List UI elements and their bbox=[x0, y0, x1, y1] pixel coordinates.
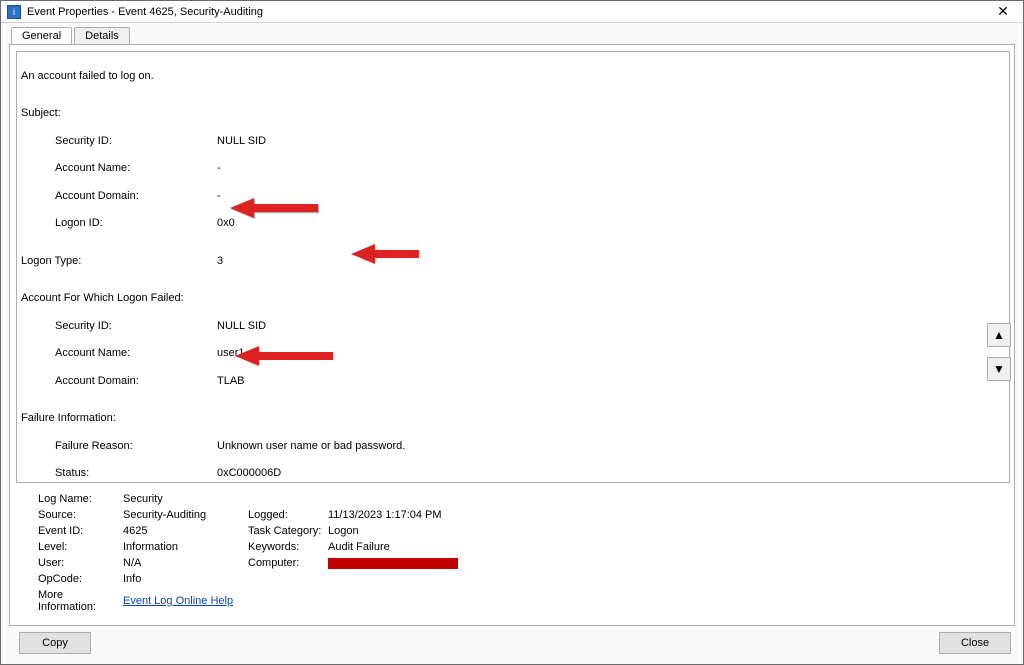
value: NULL SID bbox=[217, 135, 266, 147]
label: Account Domain: bbox=[55, 190, 217, 204]
prev-record-button[interactable]: ▲ bbox=[987, 323, 1011, 347]
level-value: Information bbox=[123, 541, 248, 553]
logon-type-row: Logon Type:3 bbox=[21, 255, 1003, 269]
keywords-label: Keywords: bbox=[248, 541, 328, 553]
taskcat-label: Task Category: bbox=[248, 525, 328, 537]
computer-value bbox=[328, 557, 528, 569]
subject-sid: Security ID:NULL SID bbox=[21, 135, 1003, 149]
value: 0x0 bbox=[217, 217, 235, 229]
label: Security ID: bbox=[55, 135, 217, 149]
eventid-label: Event ID: bbox=[38, 525, 123, 537]
value: Unknown user name or bad password. bbox=[217, 440, 405, 452]
spacer bbox=[91, 632, 939, 654]
online-help-link[interactable]: Event Log Online Help bbox=[123, 595, 233, 607]
source-value: Security-Auditing bbox=[123, 509, 248, 521]
value: TLAB bbox=[217, 375, 245, 387]
copy-button[interactable]: Copy bbox=[19, 632, 91, 654]
moreinfo-label: More Information: bbox=[38, 589, 123, 613]
desc-intro: An account failed to log on. bbox=[21, 70, 1003, 84]
af-account-name: Account Name:user1 bbox=[21, 347, 1003, 361]
logname-value: Security bbox=[123, 493, 528, 505]
failure-info-heading: Failure Information: bbox=[21, 412, 1003, 426]
label: Status: bbox=[55, 467, 217, 481]
value: 3 bbox=[217, 255, 223, 267]
arrow-down-icon: ▼ bbox=[993, 362, 1005, 376]
button-row: Copy Close bbox=[9, 626, 1015, 656]
event-properties-window: i Event Properties - Event 4625, Securit… bbox=[0, 0, 1024, 665]
af-sid: Security ID:NULL SID bbox=[21, 320, 1003, 334]
subject-account-name: Account Name:- bbox=[21, 162, 1003, 176]
level-label: Level: bbox=[38, 541, 123, 553]
app-icon: i bbox=[7, 5, 21, 19]
close-button[interactable]: Close bbox=[939, 632, 1011, 654]
description-scroll[interactable]: An account failed to log on. Subject: Se… bbox=[17, 52, 1009, 482]
window-title: Event Properties - Event 4625, Security-… bbox=[27, 6, 989, 18]
subject-logon-id: Logon ID:0x0 bbox=[21, 217, 1003, 231]
tab-strip: General Details bbox=[9, 27, 1015, 45]
summary-grid: Log Name: Security Source: Security-Audi… bbox=[38, 493, 990, 613]
opcode-value: Info bbox=[123, 573, 528, 585]
label: Account Name: bbox=[55, 162, 217, 176]
subject-heading: Subject: bbox=[21, 107, 1003, 121]
label: Account Domain: bbox=[55, 375, 217, 389]
value: 0xC000006D bbox=[217, 467, 281, 479]
label: Logon ID: bbox=[55, 217, 217, 231]
label: Security ID: bbox=[55, 320, 217, 334]
subject-account-domain: Account Domain:- bbox=[21, 190, 1003, 204]
opcode-label: OpCode: bbox=[38, 573, 123, 585]
label: Failure Reason: bbox=[55, 440, 217, 454]
arrow-up-icon: ▲ bbox=[993, 328, 1005, 342]
failure-reason: Failure Reason:Unknown user name or bad … bbox=[21, 440, 1003, 454]
account-failed-heading: Account For Which Logon Failed: bbox=[21, 292, 1003, 306]
logged-label: Logged: bbox=[248, 509, 328, 521]
label: Logon Type: bbox=[21, 255, 217, 269]
user-label: User: bbox=[38, 557, 123, 569]
logname-label: Log Name: bbox=[38, 493, 123, 505]
close-icon[interactable]: ✕ bbox=[989, 2, 1017, 22]
value: - bbox=[217, 162, 221, 174]
value: NULL SID bbox=[217, 320, 266, 332]
failure-status: Status:0xC000006D bbox=[21, 467, 1003, 481]
logged-value: 11/13/2023 1:17:04 PM bbox=[328, 509, 528, 521]
keywords-value: Audit Failure bbox=[328, 541, 528, 553]
value: user1 bbox=[217, 347, 245, 359]
redacted-value bbox=[328, 558, 458, 569]
value: - bbox=[217, 190, 221, 202]
computer-label: Computer: bbox=[248, 557, 328, 569]
client-area: General Details An account failed to log… bbox=[1, 23, 1023, 664]
eventid-value: 4625 bbox=[123, 525, 248, 537]
next-record-button[interactable]: ▼ bbox=[987, 357, 1011, 381]
af-account-domain: Account Domain:TLAB bbox=[21, 375, 1003, 389]
description-box: An account failed to log on. Subject: Se… bbox=[16, 51, 1010, 483]
tab-general[interactable]: General bbox=[11, 27, 72, 45]
tab-details[interactable]: Details bbox=[74, 27, 130, 45]
title-bar: i Event Properties - Event 4625, Securit… bbox=[1, 1, 1023, 23]
tab-panel: An account failed to log on. Subject: Se… bbox=[9, 44, 1015, 626]
label: Account Name: bbox=[55, 347, 217, 361]
source-label: Source: bbox=[38, 509, 123, 521]
taskcat-value: Logon bbox=[328, 525, 528, 537]
record-nav: ▲ ▼ bbox=[987, 323, 1011, 381]
user-value: N/A bbox=[123, 557, 248, 569]
